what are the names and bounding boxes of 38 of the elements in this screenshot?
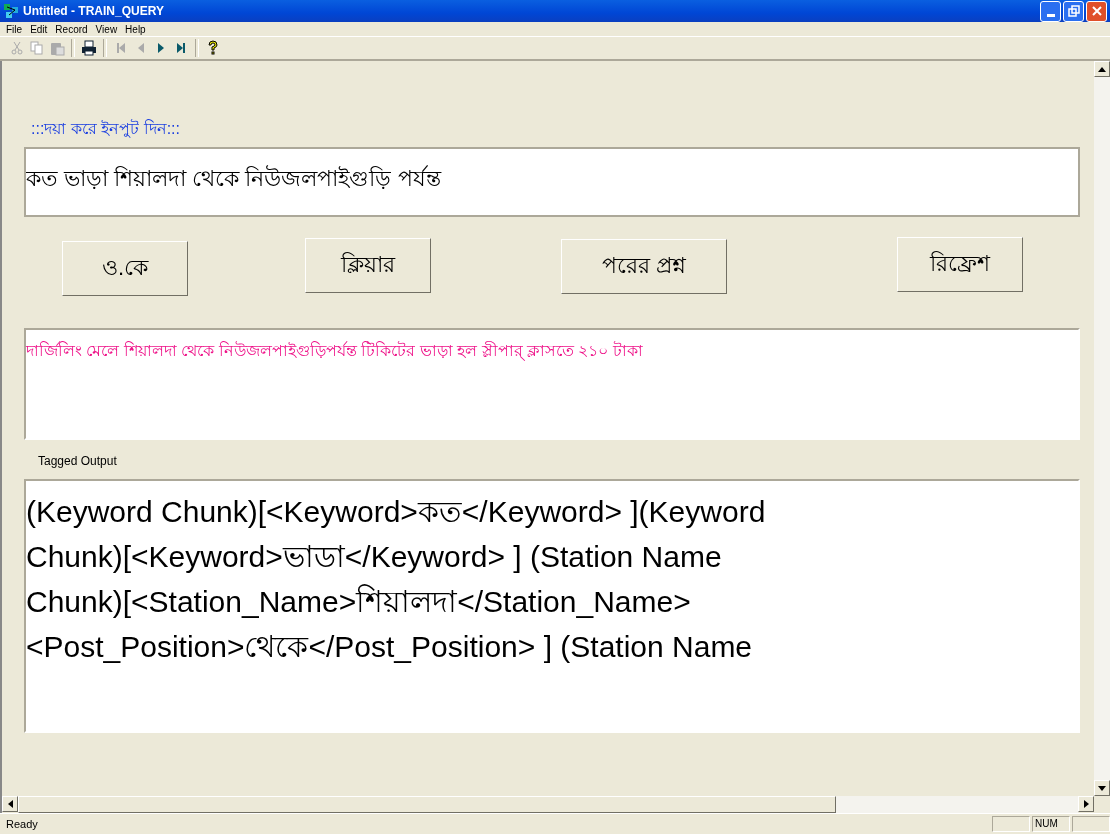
scroll-down-button[interactable] <box>1094 780 1110 796</box>
app-icon <box>3 3 19 19</box>
menu-item[interactable]: Edit <box>26 23 52 35</box>
action-button[interactable]: রিফ্রেশ <box>897 237 1023 292</box>
vertical-scrollbar[interactable] <box>1094 61 1110 796</box>
status-text: Ready <box>6 818 39 830</box>
window-title: Untitled - TRAIN_QUERY <box>23 4 164 18</box>
tagged-output-text: (Keyword Chunk)[<Keyword>কত</Keyword> ](Keyword Chunk)[<Keyword>ভাডা</Keyword> ] (Station Name Chunk)[<Station_Name>শিয়ালদা</Station_Name> <Post_Position>থেকে</Post_Position> ] (Station Name <box>26 494 767 665</box>
down-arrow-icon <box>1098 785 1106 791</box>
right-arrow-icon <box>1083 800 1089 808</box>
restore-icon <box>1067 5 1080 17</box>
restore-button[interactable] <box>1063 0 1084 22</box>
action-button[interactable]: ও.কে <box>62 241 188 296</box>
query-field[interactable]: কত ভাড়া শিয়ালদা থেকে নিউজলপাইগুড়ি পর্যন্ত <box>24 147 1080 217</box>
prompt-label: :::দয়া করে ইনপুট দিন::: <box>31 118 181 136</box>
status-indicator: NUM <box>1032 816 1070 832</box>
scroll-left-button[interactable] <box>2 796 18 812</box>
minimize-icon <box>1046 13 1055 17</box>
horizontal-scrollbar[interactable] <box>0 796 1094 813</box>
tagged-output-label: Tagged Output <box>38 454 118 470</box>
menu-item[interactable]: View <box>91 23 122 35</box>
close-icon <box>1090 5 1103 17</box>
action-button[interactable]: ক্লিয়ার <box>305 238 431 293</box>
answer-text: দার্জিলিং মেলে শিয়ালদা থেকে নিউজলপাইগুড়িপর্যন্ত টিকিটের ভাড়া হল স্লীপার্ ক্লাসতে ২১০ টাকা <box>26 342 643 359</box>
action-button[interactable]: পরের প্রশ্ন <box>561 239 727 294</box>
printer-icon[interactable] <box>80 39 98 57</box>
scroll-right-button[interactable] <box>1078 796 1094 812</box>
scroll-up-button[interactable] <box>1094 61 1110 77</box>
left-arrow-icon <box>7 800 13 808</box>
menu-item[interactable]: Record <box>51 23 92 35</box>
menu-item[interactable]: Help <box>121 23 150 35</box>
status-panel <box>992 816 1030 832</box>
scroll-thumb[interactable] <box>18 796 836 813</box>
up-arrow-icon <box>1098 66 1106 72</box>
status-panel <box>1072 816 1110 832</box>
menu-item[interactable]: File <box>2 23 27 35</box>
close-button[interactable] <box>1086 0 1107 22</box>
minimize-button[interactable] <box>1040 0 1061 22</box>
